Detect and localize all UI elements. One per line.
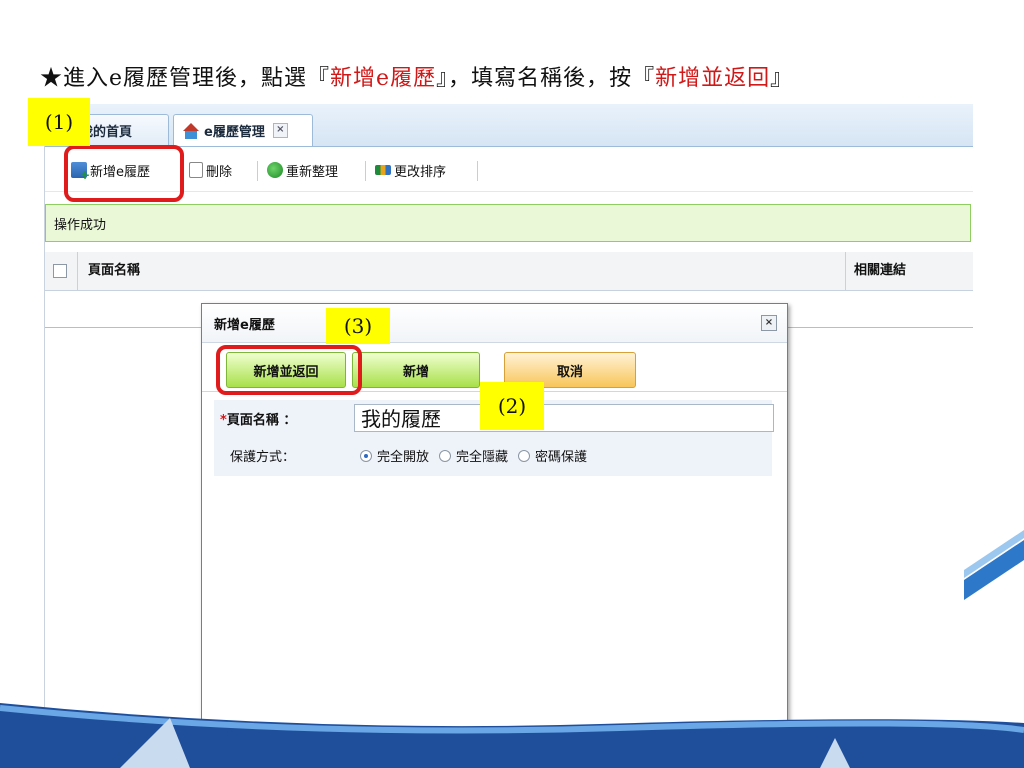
callout-3: (3) xyxy=(326,308,390,344)
change-order-button[interactable]: 更改排序 xyxy=(375,159,446,181)
column-page-name[interactable]: 頁面名稱 xyxy=(77,252,140,290)
caption-highlight-1: 新增e履歷 xyxy=(330,66,437,91)
delete-button[interactable]: 刪除 xyxy=(189,159,232,181)
caption-text-2: 』，填寫名稱後，按『 xyxy=(436,66,656,91)
protection-radio-group: 完全開放 完全隱藏 密碼保護 xyxy=(360,446,597,465)
grid-header: 頁面名稱 相關連結 xyxy=(45,252,973,291)
star-icon: ★ xyxy=(40,66,64,91)
page-name-label: *頁面名稱 ： xyxy=(220,413,297,428)
protection-label: 保護方式： xyxy=(230,450,296,465)
add-button[interactable]: 新增 xyxy=(352,352,480,388)
highlight-box-add-return xyxy=(216,345,362,395)
select-all-checkbox[interactable] xyxy=(53,264,67,278)
status-success-bar: 操作成功 xyxy=(45,204,971,242)
close-icon[interactable]: × xyxy=(761,315,777,331)
radio-hidden[interactable] xyxy=(439,449,452,462)
divider xyxy=(365,161,366,181)
radio-open[interactable] xyxy=(360,449,372,462)
caption-text-3: 』 xyxy=(770,66,794,91)
form-row-protection: 保護方式： 完全開放 完全隱藏 密碼保護 xyxy=(214,438,772,474)
column-related-link[interactable]: 相關連結 xyxy=(845,252,906,290)
home-icon xyxy=(182,122,200,139)
callout-2: (2) xyxy=(480,382,544,430)
refresh-icon xyxy=(267,162,283,178)
refresh-button[interactable]: 重新整理 xyxy=(267,159,338,181)
tab-bar: 我的首頁 e履歷管理 × xyxy=(45,104,973,147)
dialog-header: 新增e履歷 × xyxy=(202,304,787,343)
tab-resume-manage[interactable]: e履歷管理 × xyxy=(173,114,313,146)
page-name-input[interactable]: 我的履歷 xyxy=(354,404,774,432)
slide-caption: ★進入e履歷管理後，點選『新增e履歷』，填寫名稱後，按『新增並返回』 xyxy=(40,60,793,92)
toolbar: 新增e履歷 刪除 重新整理 更改排序 xyxy=(45,147,973,192)
sort-icon xyxy=(375,165,391,175)
close-icon[interactable]: × xyxy=(272,123,288,138)
divider xyxy=(257,161,258,181)
divider xyxy=(477,161,478,181)
radio-password[interactable] xyxy=(518,449,531,462)
trash-icon xyxy=(189,162,203,178)
dialog-title: 新增e履歷 xyxy=(214,317,275,333)
highlight-box-add-resume xyxy=(64,145,184,202)
slide-decoration-right xyxy=(964,530,1024,600)
caption-text-1: 進入e履歷管理後，點選『 xyxy=(63,66,331,91)
callout-1: (1) xyxy=(28,98,90,146)
caption-highlight-2: 新增並返回 xyxy=(655,66,771,91)
